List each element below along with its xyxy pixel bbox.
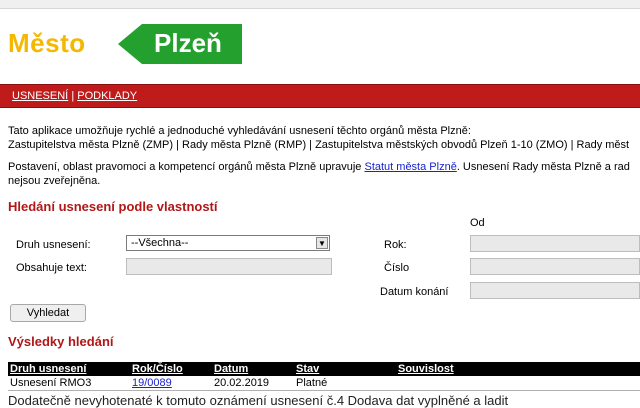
intro-line-1: Tato aplikace umožňuje rychlé a jednoduc… <box>8 125 471 137</box>
col-stav[interactable]: Stav <box>296 363 319 375</box>
vyhledat-button[interactable]: Vyhledat <box>10 304 86 322</box>
col-souvislost[interactable]: Souvislost <box>398 363 454 375</box>
statute-text-after: . Usnesení Rady města Plzně a rad <box>456 161 630 173</box>
statut-link[interactable]: Statut města Plzně <box>364 161 456 173</box>
row-rok-cislo-link[interactable]: 19/0089 <box>132 377 172 389</box>
chevron-down-icon: ▼ <box>316 237 328 249</box>
logo-word-plzen: Plzeň <box>154 28 222 58</box>
statute-text-before: Postavení, oblast pravomoci a kompetencí… <box>8 161 365 173</box>
intro-line-2: Zastupitelstva města Plzně (ZMP) | Rady … <box>8 139 630 151</box>
results-heading: Výsledky hledání <box>8 334 114 349</box>
datum-konani-label: Datum konání <box>380 286 449 298</box>
druh-usneseni-value: --Všechna-- <box>131 237 189 249</box>
cislo-od-input[interactable] <box>470 258 640 275</box>
row-stav: Platné <box>296 377 328 389</box>
cut-off-detail-text: Dodatečně nevyhotenaté k tomuto oznámení… <box>8 393 509 408</box>
obsahuje-text-input[interactable] <box>126 258 332 275</box>
nav-separator: | <box>71 90 75 102</box>
row-datum: 20.02.2019 <box>214 377 270 389</box>
druh-usneseni-label: Druh usnesení: <box>16 239 91 251</box>
druh-usneseni-select[interactable]: --Všechna-- ▼ <box>126 235 330 251</box>
od-label: Od <box>470 217 485 229</box>
datum-od-input[interactable] <box>470 282 640 299</box>
logo-word-mesto: Město <box>8 28 86 58</box>
statute-line-2: nejsou zveřejněna. <box>8 175 101 187</box>
col-druh-usneseni[interactable]: Druh usnesení <box>10 363 86 375</box>
rok-od-input[interactable] <box>470 235 640 252</box>
table-row: Usnesení RMO3 19/0089 20.02.2019 Platné <box>8 376 640 391</box>
main-navbar: USNESENÍ | PODKLADY <box>0 84 640 108</box>
search-heading: Hledání usnesení podle vlastností <box>8 199 218 214</box>
obsahuje-text-label: Obsahuje text: <box>16 262 87 274</box>
rok-label: Rok: <box>384 239 407 251</box>
col-datum[interactable]: Datum <box>214 363 248 375</box>
browser-top-strip <box>0 0 640 9</box>
col-rok-cislo[interactable]: Rok/Číslo <box>132 363 183 375</box>
row-druh: Usnesení RMO3 <box>10 377 92 389</box>
statute-paragraph: Postavení, oblast pravomoci a kompetencí… <box>8 160 640 188</box>
results-table-header: Druh usnesení Rok/Číslo Datum Stav Souvi… <box>8 362 640 376</box>
intro-paragraph: Tato aplikace umožňuje rychlé a jednoduc… <box>8 124 629 152</box>
mesto-plzen-logo[interactable]: Město Plzeň <box>8 24 248 64</box>
cislo-label: Číslo <box>384 262 410 274</box>
nav-usneseni-link[interactable]: USNESENÍ <box>12 90 68 102</box>
nav-podklady-link[interactable]: PODKLADY <box>77 90 137 102</box>
